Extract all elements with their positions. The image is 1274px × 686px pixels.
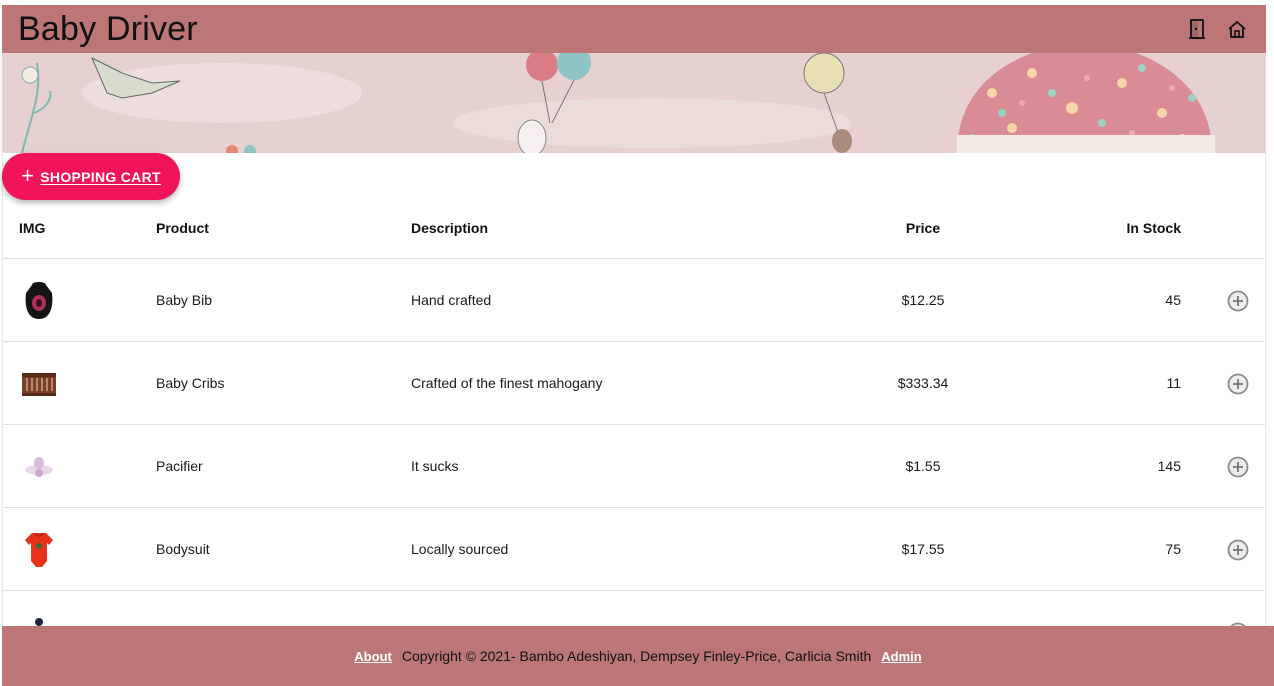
app-bar: Baby Driver — [2, 5, 1266, 53]
product-stock: 45 — [1165, 292, 1181, 308]
hat-image — [19, 591, 59, 626]
product-price: $333.34 — [897, 375, 949, 391]
table-row — [3, 591, 1265, 626]
product-price: $1.55 — [905, 458, 941, 474]
bodysuit-image — [19, 508, 59, 591]
app-bar-actions — [1184, 16, 1250, 42]
product-table: IMG Product Description Price In Stock B… — [2, 153, 1266, 626]
product-stock: 145 — [1157, 458, 1181, 474]
table-row: Baby Cribs Crafted of the finest mahogan… — [3, 342, 1265, 425]
header-product: Product — [156, 220, 209, 236]
header-img: IMG — [19, 220, 46, 236]
header-description: Description — [411, 220, 489, 236]
product-description: Hand crafted — [411, 292, 492, 308]
copyright-text: Copyright © 2021- Bambo Adeshiyan, Demps… — [401, 648, 872, 664]
product-name: Bodysuit — [156, 541, 210, 557]
admin-link[interactable]: Admin — [881, 649, 921, 664]
product-description: It sucks — [411, 458, 459, 474]
door-icon[interactable] — [1184, 16, 1210, 42]
header-in-stock: In Stock — [1126, 220, 1181, 236]
about-link[interactable]: About — [354, 649, 392, 664]
table-row: Baby Bib Hand crafted $12.25 45 — [3, 259, 1265, 342]
product-name: Pacifier — [156, 458, 203, 474]
product-price: $17.55 — [901, 541, 945, 557]
product-stock: 75 — [1165, 541, 1181, 557]
table-row: Bodysuit Locally sourced $17.55 75 — [3, 508, 1265, 591]
add-circle-icon[interactable] — [1227, 425, 1249, 508]
footer: About Copyright © 2021- Bambo Adeshiyan,… — [2, 626, 1274, 686]
plus-icon: + — [21, 162, 35, 188]
product-description: Locally sourced — [411, 541, 509, 557]
table-header: IMG Product Description Price In Stock — [3, 203, 1265, 259]
add-circle-icon[interactable] — [1227, 342, 1249, 425]
pacifier-image — [19, 425, 59, 508]
decorative-banner — [2, 53, 1266, 153]
table-row: Pacifier It sucks $1.55 145 — [3, 425, 1265, 508]
product-name: Baby Cribs — [156, 375, 225, 391]
shopping-cart-button[interactable]: + SHOPPING CART — [2, 153, 180, 200]
header-price: Price — [905, 220, 941, 236]
bib-image — [19, 259, 59, 342]
product-name: Baby Bib — [156, 292, 213, 308]
add-circle-icon[interactable] — [1227, 259, 1249, 342]
crib-image — [19, 342, 59, 425]
product-description: Crafted of the finest mahogany — [411, 375, 603, 391]
product-stock: 11 — [1166, 375, 1181, 391]
add-circle-icon[interactable] — [1227, 591, 1249, 626]
app-title: Baby Driver — [18, 9, 198, 48]
product-price: $12.25 — [901, 292, 945, 308]
home-icon[interactable] — [1224, 16, 1250, 42]
shopping-cart-label: SHOPPING CART — [40, 168, 161, 185]
add-circle-icon[interactable] — [1227, 508, 1249, 591]
